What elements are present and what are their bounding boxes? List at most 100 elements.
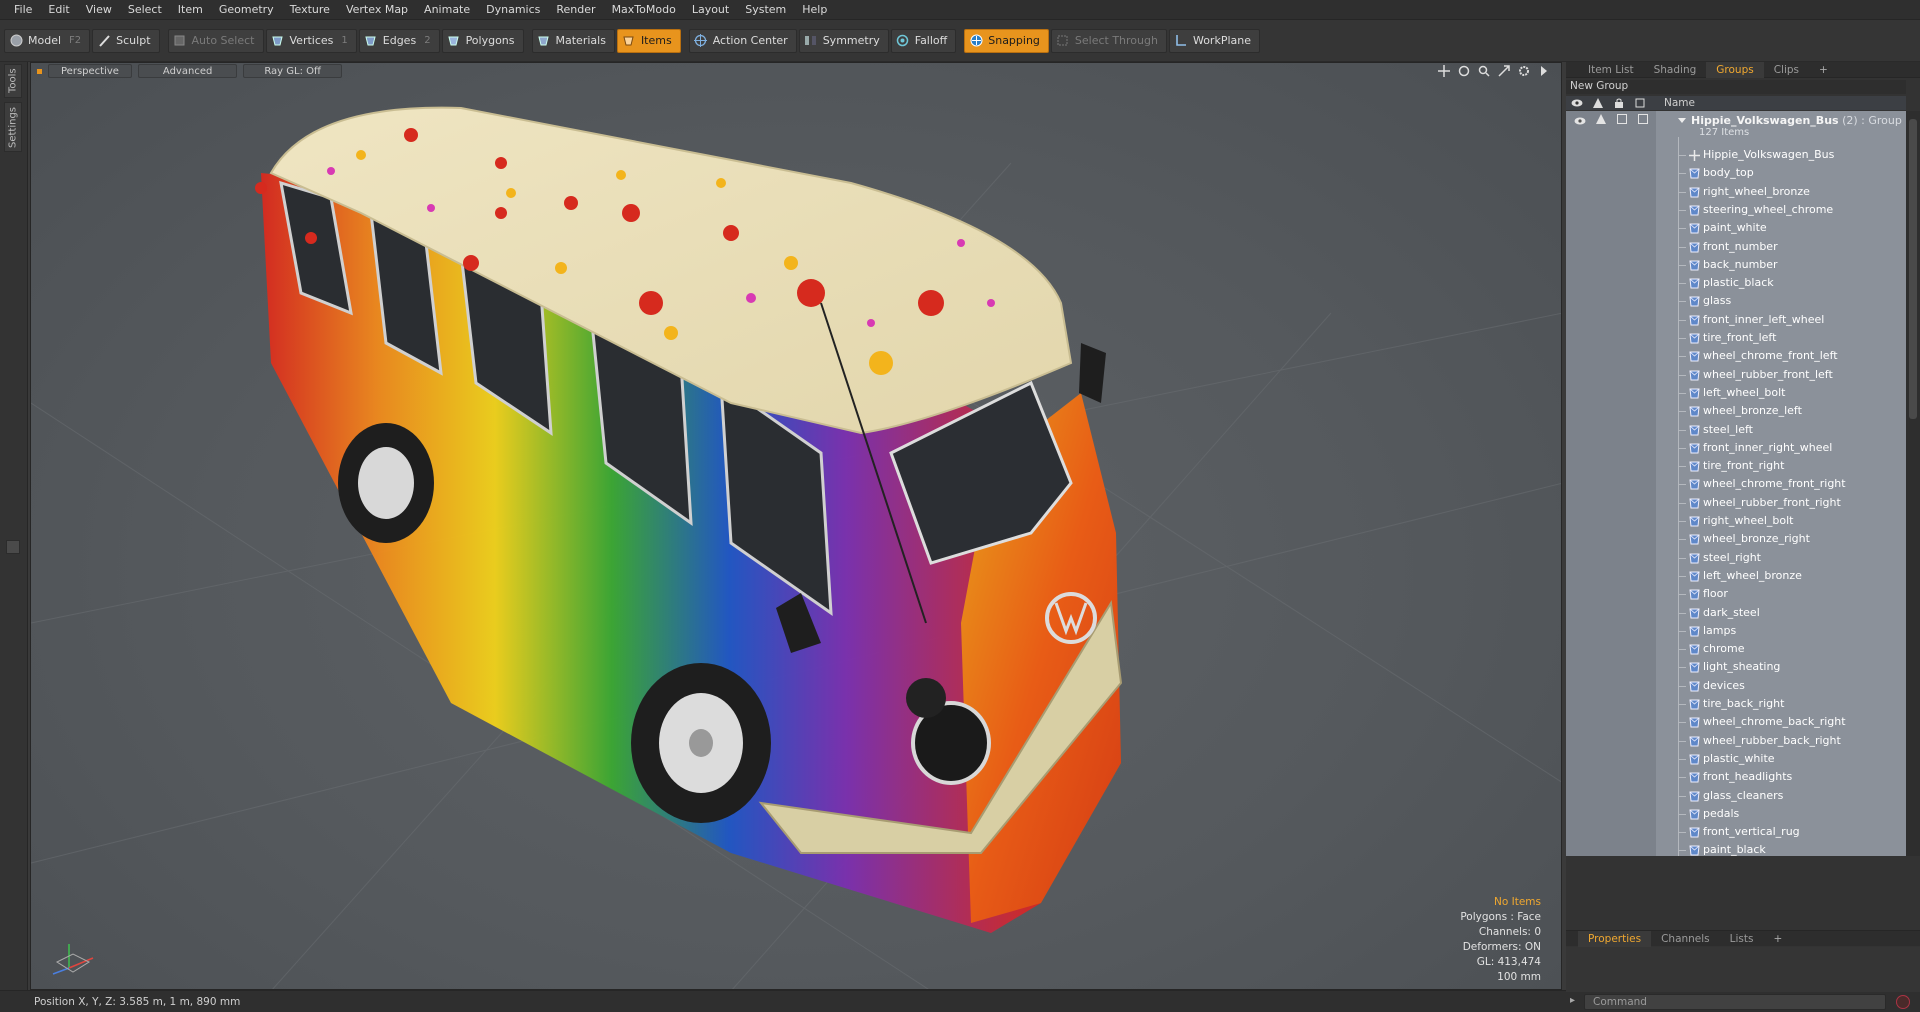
menu-dynamics[interactable]: Dynamics	[478, 0, 548, 20]
command-input[interactable]: Command	[1584, 994, 1886, 1010]
list-item[interactable]: tire_front_left	[1566, 329, 1906, 347]
menu-item[interactable]: Item	[170, 0, 211, 20]
snapping-button[interactable]: Snapping	[964, 28, 1049, 53]
menu-view[interactable]: View	[78, 0, 120, 20]
gear-icon[interactable]	[1517, 64, 1531, 78]
menu-select[interactable]: Select	[120, 0, 170, 20]
auto-select-button[interactable]: Auto Select	[167, 28, 264, 53]
pan-icon[interactable]	[1437, 64, 1451, 78]
tab-settings[interactable]: Settings	[4, 102, 22, 152]
list-item[interactable]: paint_black	[1566, 841, 1906, 856]
falloff-button[interactable]: Falloff	[890, 28, 957, 53]
chevron-right-icon[interactable]	[1537, 64, 1551, 78]
list-item[interactable]: steel_left	[1566, 421, 1906, 439]
menu-geometry[interactable]: Geometry	[211, 0, 282, 20]
tab-shading[interactable]: Shading	[1644, 62, 1707, 78]
list-item[interactable]: Hippie_Volkswagen_Bus	[1566, 146, 1906, 164]
model-button[interactable]: Model F2	[4, 28, 91, 53]
menu-file[interactable]: File	[6, 0, 40, 20]
list-item[interactable]: wheel_chrome_back_right	[1566, 713, 1906, 731]
list-item[interactable]: front_number	[1566, 238, 1906, 256]
expand-icon[interactable]	[1678, 114, 1686, 127]
sculpt-button[interactable]: Sculpt	[92, 28, 160, 53]
list-item[interactable]: devices	[1566, 677, 1906, 695]
list-item[interactable]: front_inner_left_wheel	[1566, 311, 1906, 329]
rotate-icon[interactable]	[1457, 64, 1471, 78]
menu-maxtomodo[interactable]: MaxToModo	[604, 0, 684, 20]
maximize-icon[interactable]	[1497, 64, 1511, 78]
list-item[interactable]: wheel_chrome_front_right	[1566, 475, 1906, 493]
list-item[interactable]: wheel_rubber_back_right	[1566, 732, 1906, 750]
list-item[interactable]: wheel_rubber_front_left	[1566, 366, 1906, 384]
eye-icon[interactable]	[1574, 115, 1586, 128]
list-scrollbar[interactable]	[1906, 111, 1920, 856]
vertices-button[interactable]: Vertices 1	[265, 28, 357, 53]
tab-item-list[interactable]: Item List	[1578, 62, 1644, 78]
list-item[interactable]: wheel_bronze_right	[1566, 530, 1906, 548]
menu-texture[interactable]: Texture	[282, 0, 338, 20]
list-item[interactable]: left_wheel_bronze	[1566, 567, 1906, 585]
render-icon[interactable]	[1587, 96, 1608, 110]
list-item[interactable]: dark_steel	[1566, 604, 1906, 622]
menu-edit[interactable]: Edit	[40, 0, 77, 20]
tab-lists[interactable]: Lists	[1720, 931, 1764, 947]
select-icon[interactable]	[1629, 96, 1650, 110]
list-item[interactable]: wheel_chrome_front_left	[1566, 347, 1906, 365]
list-item[interactable]: right_wheel_bronze	[1566, 183, 1906, 201]
list-item[interactable]: front_headlights	[1566, 768, 1906, 786]
edges-button[interactable]: Edges 2	[358, 28, 440, 53]
list-item[interactable]: wheel_rubber_front_right	[1566, 494, 1906, 512]
lock-toggle[interactable]	[1617, 114, 1627, 124]
symmetry-button[interactable]: Symmetry	[798, 28, 889, 53]
list-item[interactable]: left_wheel_bolt	[1566, 384, 1906, 402]
list-item[interactable]: pedals	[1566, 805, 1906, 823]
menu-vertex-map[interactable]: Vertex Map	[338, 0, 416, 20]
list-item[interactable]: light_sheating	[1566, 658, 1906, 676]
list-item[interactable]: tire_front_right	[1566, 457, 1906, 475]
list-item[interactable]: chrome	[1566, 640, 1906, 658]
items-button[interactable]: Items	[616, 28, 681, 53]
add-tab-icon[interactable]: +	[1809, 62, 1838, 78]
list-item[interactable]: front_vertical_rug	[1566, 823, 1906, 841]
list-item[interactable]: paint_white	[1566, 219, 1906, 237]
menu-animate[interactable]: Animate	[416, 0, 478, 20]
add-tab-icon[interactable]: +	[1763, 931, 1792, 947]
tab-properties[interactable]: Properties	[1578, 930, 1652, 947]
list-item[interactable]: steel_right	[1566, 549, 1906, 567]
viewport-menu-icon[interactable]	[37, 68, 42, 74]
tab-tools[interactable]: Tools	[4, 64, 22, 98]
list-item[interactable]: steering_wheel_chrome	[1566, 201, 1906, 219]
list-item[interactable]: wheel_bronze_left	[1566, 402, 1906, 420]
polygons-button[interactable]: Polygons	[441, 28, 524, 53]
select-toggle[interactable]	[1638, 114, 1648, 124]
materials-button[interactable]: Materials	[531, 28, 615, 53]
list-item[interactable]: glass_cleaners	[1566, 787, 1906, 805]
render-icon[interactable]	[1596, 114, 1606, 127]
view-mode-dropdown[interactable]: Perspective	[48, 64, 132, 78]
new-group-button[interactable]: New Group	[1566, 80, 1906, 94]
list-item[interactable]: plastic_white	[1566, 750, 1906, 768]
collapse-handle[interactable]	[6, 540, 20, 554]
raygl-dropdown[interactable]: Ray GL: Off	[243, 64, 342, 78]
menu-system[interactable]: System	[737, 0, 794, 20]
lock-icon[interactable]	[1608, 96, 1629, 110]
eye-icon[interactable]	[1566, 96, 1587, 110]
shading-dropdown[interactable]: Advanced	[137, 64, 238, 78]
3d-viewport[interactable]: Perspective Advanced Ray GL: Off No Item…	[30, 62, 1562, 990]
list-item[interactable]: tire_back_right	[1566, 695, 1906, 713]
list-item[interactable]: body_top	[1566, 164, 1906, 182]
name-column-header[interactable]: Name	[1664, 97, 1695, 109]
tab-clips[interactable]: Clips	[1764, 62, 1809, 78]
list-item[interactable]: lamps	[1566, 622, 1906, 640]
list-item[interactable]: plastic_black	[1566, 274, 1906, 292]
zoom-icon[interactable]	[1477, 64, 1491, 78]
menu-render[interactable]: Render	[548, 0, 603, 20]
list-item[interactable]: back_number	[1566, 256, 1906, 274]
list-item[interactable]: glass	[1566, 292, 1906, 310]
action-center-button[interactable]: Action Center	[688, 28, 797, 53]
list-item[interactable]: front_inner_right_wheel	[1566, 439, 1906, 457]
scrollbar-thumb[interactable]	[1909, 119, 1917, 419]
list-item[interactable]: right_wheel_bolt	[1566, 512, 1906, 530]
menu-help[interactable]: Help	[794, 0, 835, 20]
record-icon[interactable]	[1896, 995, 1910, 1009]
